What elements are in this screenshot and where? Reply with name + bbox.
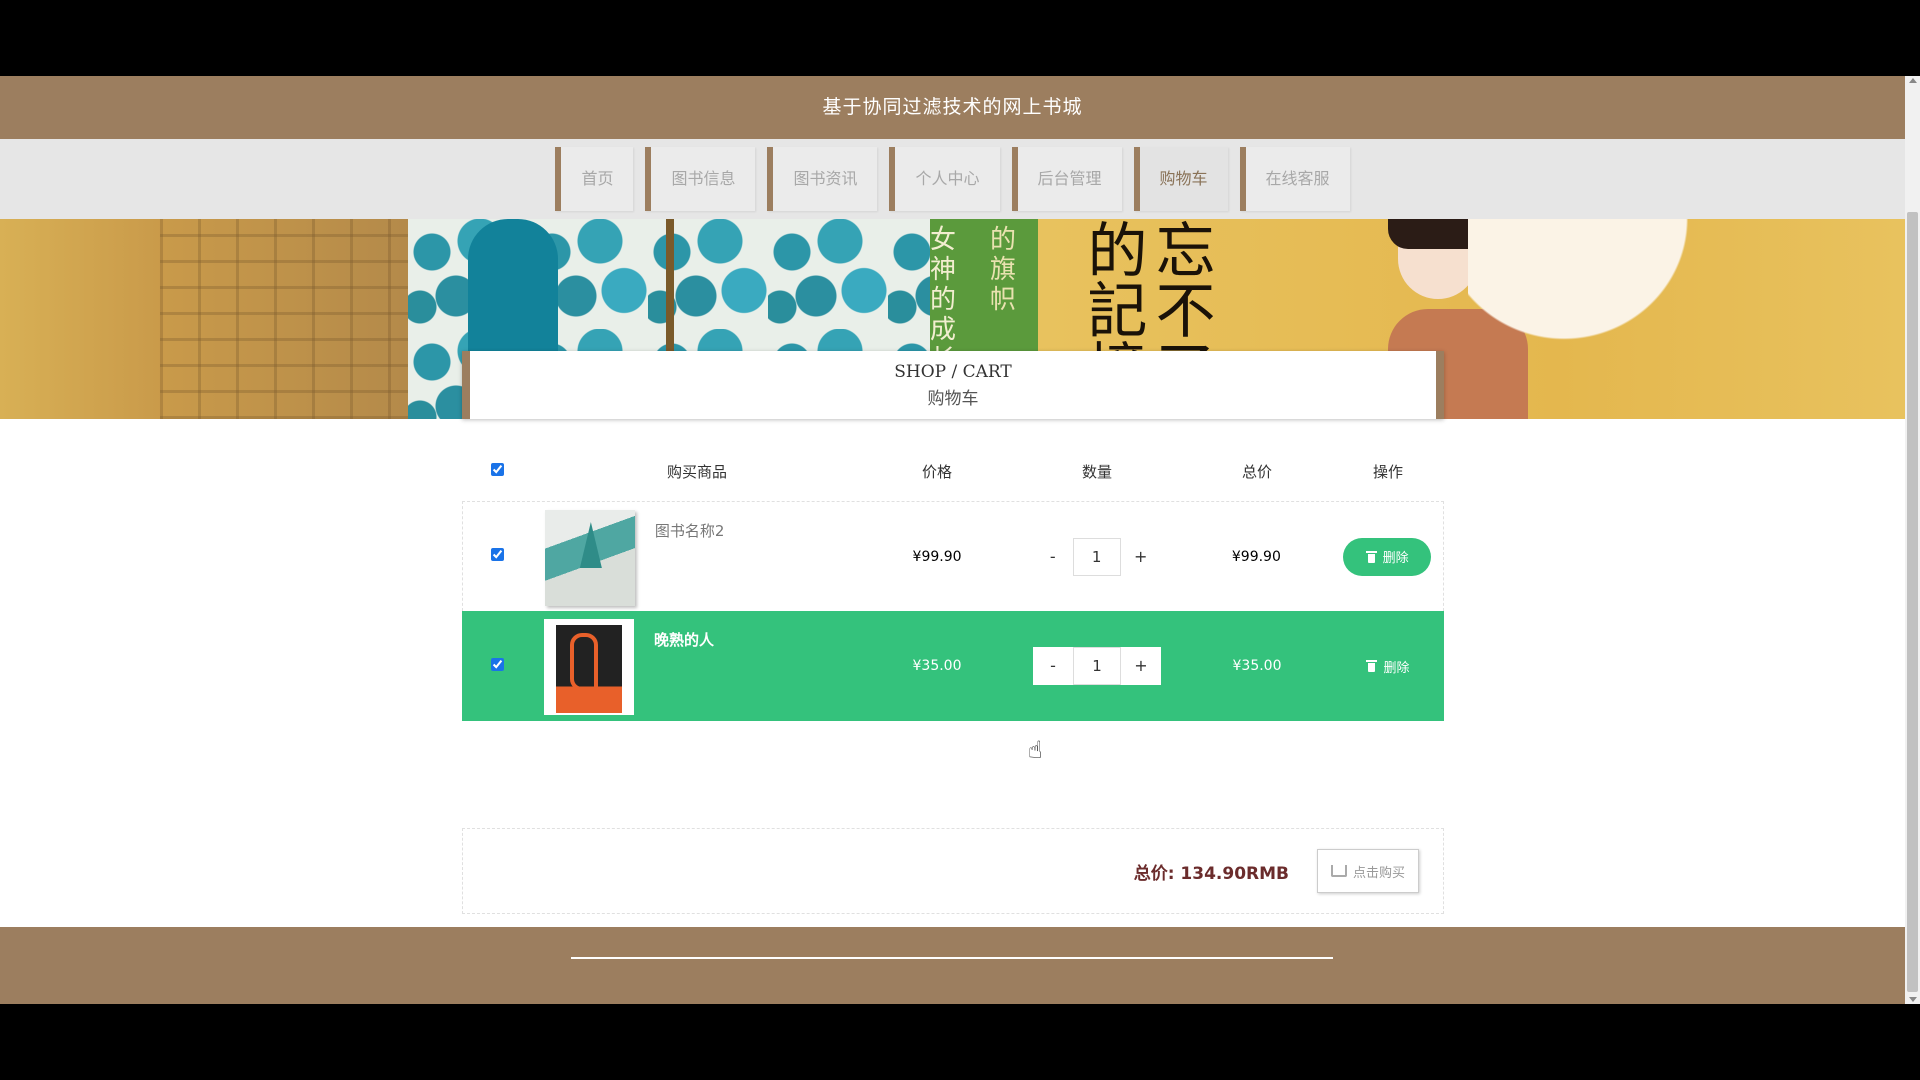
header-price: 价格 (921, 462, 952, 481)
select-all-checkbox[interactable] (490, 463, 504, 476)
nav-home[interactable]: 首页 (555, 147, 634, 211)
goods-cell: 图书名称2 (533, 502, 862, 611)
main-nav: 首页 图书信息 图书资讯 个人中心 后台管理 购物车 在线客服 (0, 139, 1905, 219)
breadcrumb-zh: 购物车 (927, 389, 979, 409)
row-checkbox[interactable] (490, 657, 504, 671)
footer (0, 927, 1905, 1004)
total-cell: ¥35.00 (1232, 658, 1282, 674)
total-cell: ¥99.90 (1231, 548, 1281, 565)
row-checkbox[interactable] (491, 548, 505, 561)
price-cell: ¥35.00 (912, 658, 962, 674)
book-name[interactable]: 图书名称2 (655, 520, 725, 541)
nav-book-news[interactable]: 图书资讯 (767, 147, 878, 211)
qty-input[interactable]: 1 (1072, 537, 1121, 576)
buy-label: 点击购买 (1352, 865, 1405, 881)
price-cell: ¥99.90 (912, 548, 962, 565)
spine-text-2: 的旗帜 (990, 225, 1017, 315)
buy-button[interactable]: 点击购买 (1317, 849, 1419, 893)
nav-support[interactable]: 在线客服 (1239, 147, 1350, 211)
trash-icon (1366, 660, 1378, 672)
book-cover-image[interactable] (544, 619, 634, 715)
cart-icon (1330, 865, 1347, 877)
scroll-thumb[interactable] (1907, 212, 1918, 992)
header-total: 总价 (1241, 462, 1272, 481)
page-scrollbar[interactable] (1905, 76, 1920, 1004)
breadcrumb-en: SHOP / CART (894, 362, 1012, 382)
site-title: 基于协同过滤技术的网上书城 (0, 76, 1905, 139)
footer-divider (571, 957, 1333, 959)
op-cell: 删除 (1332, 647, 1444, 685)
header-qty: 数量 (1081, 462, 1112, 481)
op-cell: 删除 (1331, 537, 1443, 576)
table-row: 图书名称2 ¥99.90 - 1 + ¥99.90 删除 (462, 501, 1444, 611)
nav-admin[interactable]: 后台管理 (1011, 147, 1122, 211)
qty-cell: - 1 + (1012, 647, 1182, 685)
book-name[interactable]: 晚熟的人 (654, 629, 714, 650)
quantity-stepper: - 1 + (1033, 537, 1161, 576)
delete-label: 删除 (1382, 551, 1409, 566)
nav-book-info[interactable]: 图书信息 (645, 147, 756, 211)
row-check-cell (462, 657, 532, 675)
select-all-cell (462, 462, 532, 480)
umbrella-illustration (1468, 219, 1708, 359)
qty-minus-button[interactable]: - (1033, 647, 1073, 685)
cart-table: 购买商品 价格 数量 总价 操作 图书名称2 ¥99.90 - 1 + ¥99.… (462, 441, 1444, 721)
breadcrumb: SHOP / CART 购物车 (462, 351, 1444, 419)
qty-cell: - 1 + (1012, 537, 1182, 576)
qty-plus-button[interactable]: + (1121, 538, 1161, 576)
delete-button[interactable]: 删除 (1343, 537, 1432, 576)
header-op: 操作 (1372, 462, 1403, 481)
qty-input[interactable]: 1 (1073, 647, 1121, 685)
nav-cart[interactable]: 购物车 (1133, 147, 1228, 211)
grand-total: 总价: 134.90RMB (1133, 863, 1289, 884)
table-row: 晚熟的人 ¥35.00 - 1 + ¥35.00 删除 (462, 611, 1444, 721)
delete-label: 删除 (1383, 660, 1410, 676)
table-header: 购买商品 价格 数量 总价 操作 (462, 441, 1444, 501)
book-cover-art (556, 625, 622, 713)
scroll-down-icon[interactable] (1909, 997, 1917, 1002)
qty-plus-button[interactable]: + (1121, 647, 1161, 685)
quantity-stepper: - 1 + (1033, 647, 1161, 685)
qty-minus-button[interactable]: - (1033, 538, 1073, 576)
row-check-cell (463, 548, 533, 565)
hand-cursor-icon: ☝ (1028, 736, 1043, 764)
book-cover-image[interactable] (544, 510, 635, 606)
delete-button[interactable]: 删除 (1344, 647, 1432, 685)
cart-summary: 总价: 134.90RMB 点击购买 (462, 828, 1444, 914)
trash-icon (1365, 550, 1377, 563)
nav-user-center[interactable]: 个人中心 (889, 147, 1000, 211)
goods-cell: 晚熟的人 (532, 611, 862, 721)
banner-panel-building (0, 219, 408, 419)
header-goods: 购买商品 (666, 462, 727, 481)
building-illustration (160, 219, 408, 419)
scroll-up-icon[interactable] (1909, 78, 1917, 83)
